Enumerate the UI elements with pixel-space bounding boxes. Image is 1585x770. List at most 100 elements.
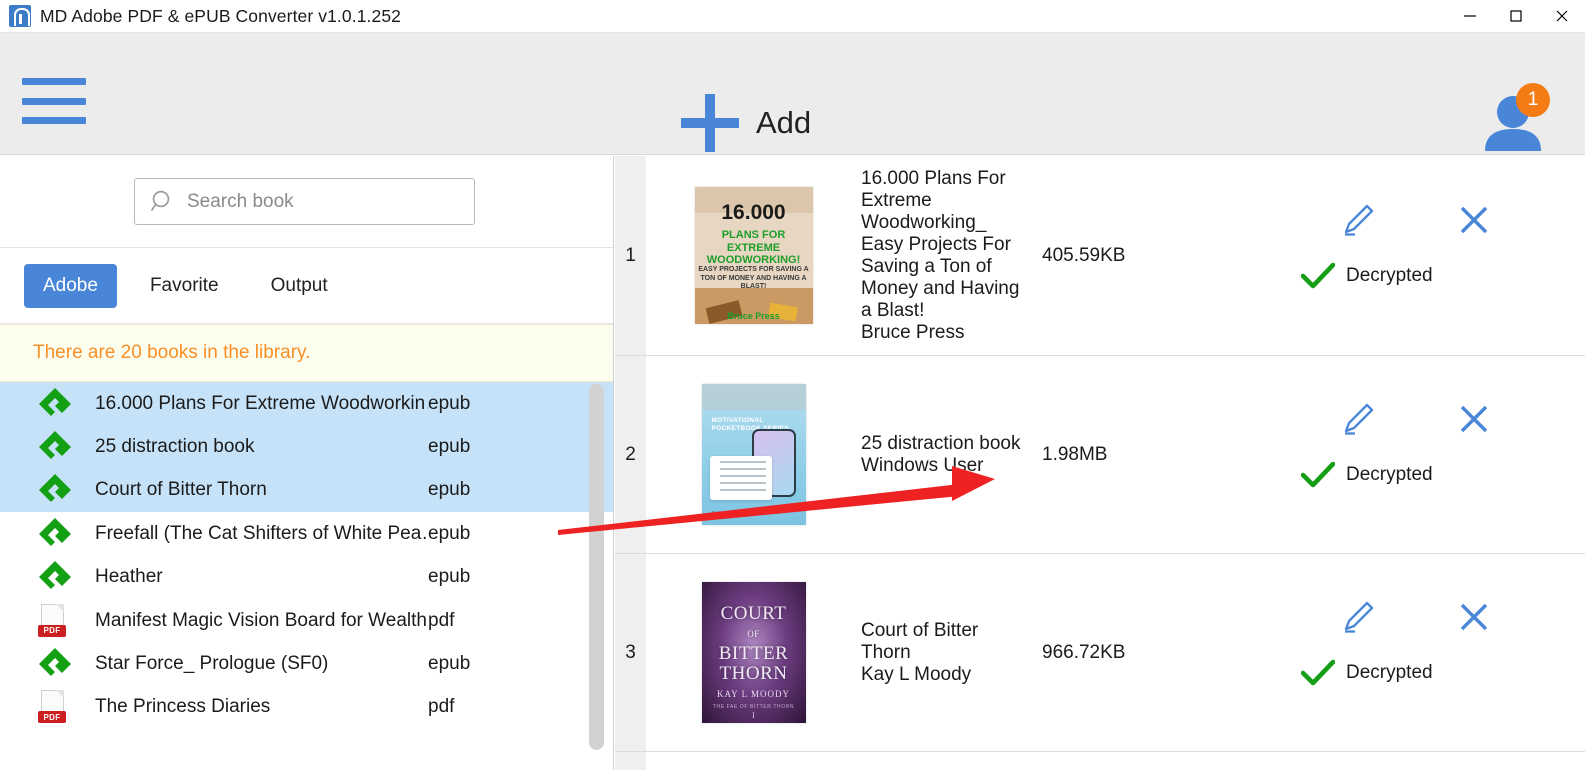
book-detail-rows: 1 16.000 PLANS FOR EXTREME WOODWORKING! …	[615, 156, 1585, 752]
pdf-icon: PDF	[38, 690, 78, 724]
epub-icon	[38, 387, 78, 421]
close-x-icon[interactable]	[1455, 598, 1493, 636]
book-author: Windows User	[861, 454, 984, 476]
library-notice-text: There are 20 books in the library.	[33, 342, 311, 363]
cover-line-4: Bruce Press	[727, 311, 780, 321]
close-button[interactable]	[1539, 0, 1585, 33]
list-item[interactable]: Freefall (The Cat Shifters of White Pea……	[0, 512, 613, 555]
row-number: 3	[625, 641, 636, 663]
green-check-icon	[1301, 659, 1335, 685]
book-cover-image: MOTIVATIONAL POCKETBOOK SERIES Create Fo…	[701, 384, 806, 525]
book-meta-cell: Court of Bitter Thorn Kay L Moody	[861, 620, 1026, 686]
cover-author: KAY L MOODY	[716, 689, 790, 699]
main-toolbar: Add 1	[0, 33, 1585, 155]
book-title: 25 distraction book	[861, 432, 1021, 454]
window-controls	[1447, 0, 1585, 33]
epub-icon	[38, 473, 78, 507]
pdf-icon: PDF	[38, 603, 78, 638]
tab-output[interactable]: Output	[252, 264, 347, 308]
table-row[interactable]: 1 16.000 PLANS FOR EXTREME WOODWORKING! …	[615, 156, 1585, 356]
search-row	[0, 156, 613, 248]
pencil-edit-icon[interactable]	[1337, 596, 1379, 638]
book-size: 966.72KB	[1042, 641, 1126, 663]
notification-badge: 1	[1516, 83, 1550, 117]
list-item-name: 16.000 Plans For Extreme Woodworkin…	[95, 392, 428, 414]
tab-adobe[interactable]: Adobe	[24, 263, 117, 308]
list-item[interactable]: 25 distraction book epub	[0, 425, 613, 469]
status-badge: Decrypted	[1301, 659, 1433, 687]
book-cover-cell: MOTIVATIONAL POCKETBOOK SERIES Create Fo…	[646, 384, 861, 525]
cover-title-b: BITTER	[718, 643, 789, 664]
book-author: Bruce Press	[861, 321, 965, 343]
epub-icon	[38, 647, 78, 681]
tab-favorite[interactable]: Favorite	[131, 264, 238, 308]
book-meta-cell: 16.000 Plans For Extreme Woodworking_ Ea…	[861, 168, 1026, 344]
list-item-format: epub	[428, 479, 471, 501]
book-list-scrollbar[interactable]	[589, 384, 604, 750]
list-item-name: 25 distraction book	[95, 436, 255, 458]
pencil-edit-icon[interactable]	[1337, 199, 1379, 241]
close-x-icon[interactable]	[1455, 201, 1493, 239]
list-item-format: epub	[428, 566, 471, 588]
maximize-button[interactable]	[1493, 0, 1539, 33]
status-label: Decrypted	[1346, 264, 1433, 286]
cover-volume: I	[752, 711, 755, 720]
book-cover-image: COURT OF BITTER THORN KAY L MOODY THE FA…	[701, 582, 806, 723]
green-check-icon	[1301, 461, 1335, 487]
app-logo-icon	[9, 5, 31, 27]
book-detail-panel: 1 16.000 PLANS FOR EXTREME WOODWORKING! …	[615, 156, 1585, 770]
hamburger-menu-icon[interactable]	[22, 78, 86, 124]
list-item-format: epub	[428, 436, 471, 458]
book-title: 16.000 Plans For Extreme Woodworking_ Ea…	[861, 167, 1020, 321]
book-list: 16.000 Plans For Extreme Woodworkin… epu…	[0, 382, 613, 770]
pencil-edit-icon[interactable]	[1337, 398, 1379, 440]
list-item-name: Court of Bitter Thorn	[95, 479, 267, 501]
list-item-name: Manifest Magic Vision Board for Wealth	[95, 609, 427, 631]
cover-line-1: 16.000	[721, 201, 786, 224]
cover-title-a: COURT	[720, 603, 787, 624]
window-title: MD Adobe PDF & ePUB Converter v1.0.1.252	[40, 5, 401, 26]
book-cover-image: 16.000 PLANS FOR EXTREME WOODWORKING! EA…	[694, 187, 813, 324]
list-item[interactable]: Heather epub	[0, 556, 613, 599]
book-size: 405.59KB	[1042, 244, 1126, 266]
list-item-format: pdf	[428, 609, 455, 631]
list-item[interactable]: PDF Manifest Magic Vision Board for Weal…	[0, 599, 613, 642]
search-input[interactable]	[187, 190, 474, 213]
list-item-name: Freefall (The Cat Shifters of White Pea…	[95, 522, 428, 544]
row-actions: Decrypted	[1206, 554, 1585, 751]
list-item[interactable]: PDF The Princess Diaries pdf	[0, 686, 613, 729]
epub-icon	[38, 517, 78, 551]
row-number: 2	[625, 443, 636, 465]
account-button[interactable]: 1	[1476, 83, 1550, 157]
book-cover-cell: COURT OF BITTER THORN KAY L MOODY THE FA…	[646, 582, 861, 723]
table-row[interactable]: 2 MOTIVATIONAL POCKETBOOK SERIES Create …	[615, 356, 1585, 554]
search-box[interactable]	[134, 178, 475, 225]
minimize-button[interactable]	[1447, 0, 1493, 33]
cover-footer: Create For Collection	[711, 511, 759, 517]
book-author: Kay L Moody	[861, 663, 972, 685]
cover-series: THE FAE OF BITTER THORN	[712, 704, 795, 710]
add-button[interactable]: Add	[681, 94, 811, 152]
add-button-label: Add	[756, 105, 812, 140]
sidebar-tabs: Adobe Favorite Output	[0, 248, 613, 324]
list-item-format: epub	[428, 392, 471, 414]
list-item[interactable]: Star Force_ Prologue (SF0) epub	[0, 642, 613, 685]
sidebar: Adobe Favorite Output There are 20 books…	[0, 156, 614, 770]
list-item-format: epub	[428, 522, 471, 544]
cover-line-2: PLANS FOR EXTREME WOODWORKING!	[706, 229, 801, 266]
status-badge: Decrypted	[1301, 262, 1433, 290]
green-check-icon	[1301, 262, 1335, 288]
table-row[interactable]: 3 COURT OF BITTER THORN KAY L MOODY THE …	[615, 554, 1585, 752]
close-x-icon[interactable]	[1455, 400, 1493, 438]
cover-title-of: OF	[747, 629, 760, 639]
plus-icon	[681, 94, 739, 152]
list-item-name: Star Force_ Prologue (SF0)	[95, 653, 329, 675]
epub-icon	[38, 430, 78, 464]
search-icon	[150, 190, 170, 211]
list-item-format: pdf	[428, 696, 455, 718]
book-size: 1.98MB	[1042, 443, 1108, 465]
status-badge: Decrypted	[1301, 461, 1433, 489]
list-item-format: epub	[428, 653, 471, 675]
list-item[interactable]: Court of Bitter Thorn epub	[0, 468, 613, 513]
list-item[interactable]: 16.000 Plans For Extreme Woodworkin… epu…	[0, 382, 613, 426]
